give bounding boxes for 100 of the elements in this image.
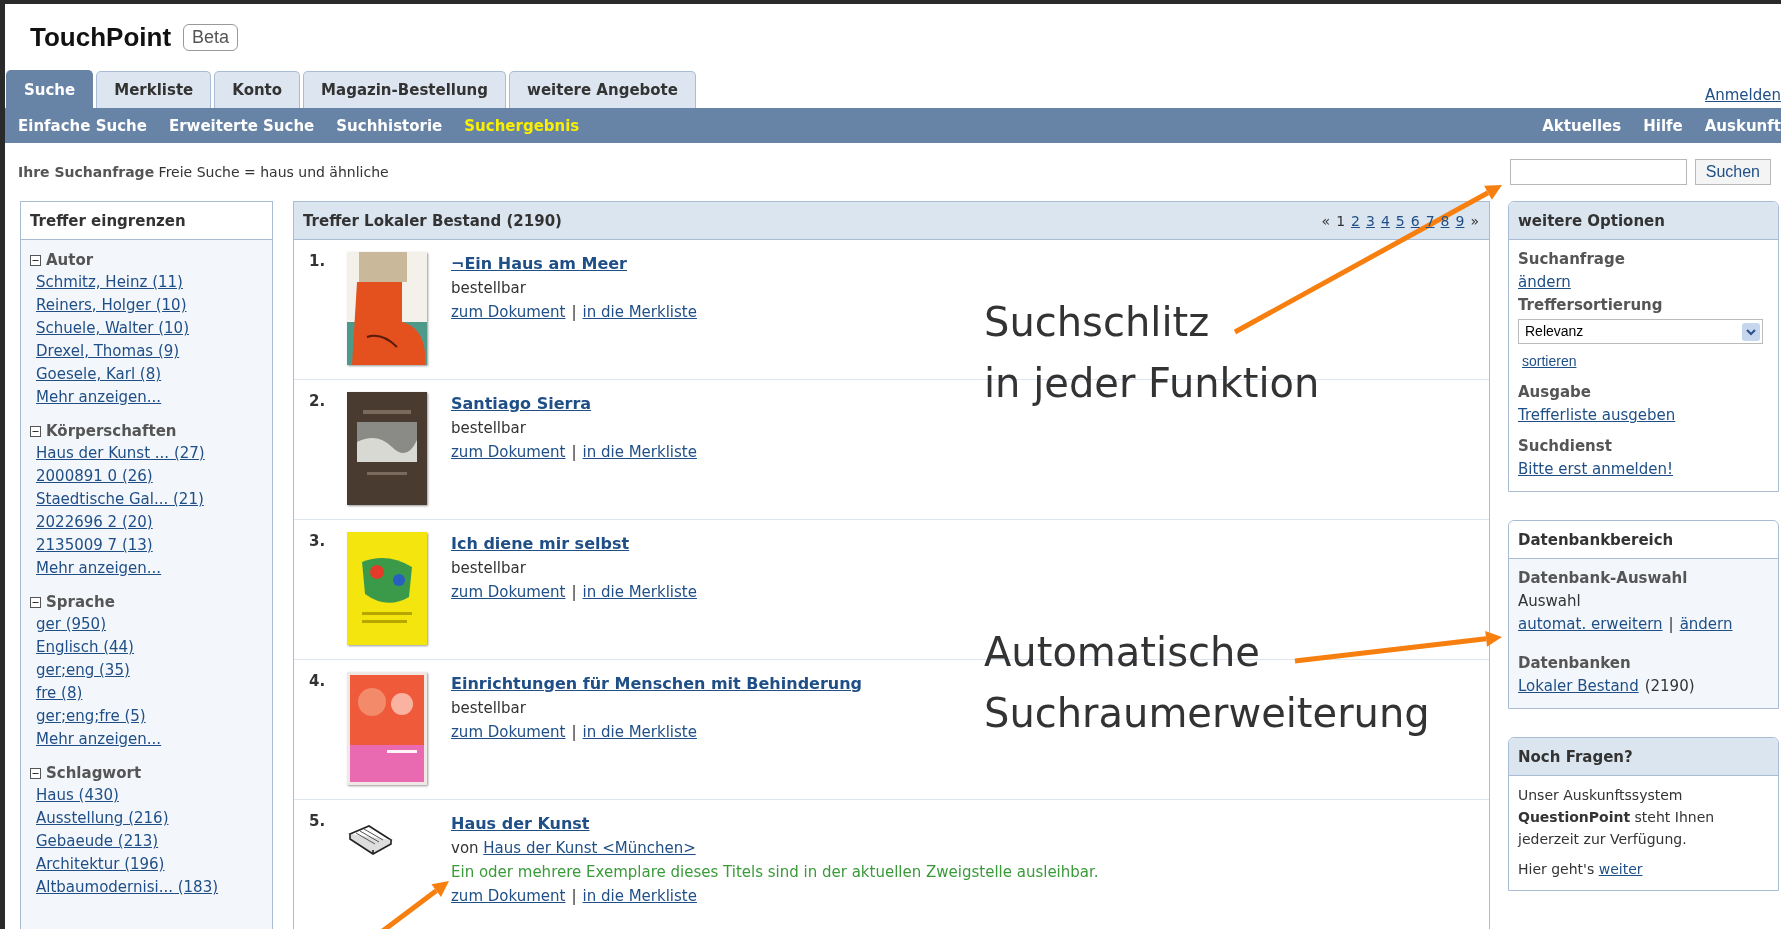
- facet-link[interactable]: Englisch (44): [36, 636, 134, 659]
- result-title-link[interactable]: ¬Ein Haus am Meer: [451, 252, 627, 276]
- collapse-icon[interactable]: [30, 254, 41, 266]
- facet-heading: Autor: [46, 250, 94, 271]
- document-link[interactable]: zum Dokument: [451, 884, 566, 908]
- watchlist-link[interactable]: in die Merkliste: [582, 580, 697, 604]
- facet-link[interactable]: 2000891 0 (26): [36, 465, 153, 488]
- option-link[interactable]: Trefferliste ausgeben: [1518, 404, 1676, 427]
- facet-link[interactable]: ger;eng;fre (5): [36, 705, 146, 728]
- facet-link[interactable]: Reiners, Holger (10): [36, 294, 187, 317]
- author-link[interactable]: Haus der Kunst <München>: [483, 839, 696, 857]
- service-link[interactable]: Auskunft: [1704, 116, 1781, 135]
- subnav-link[interactable]: Suchhistorie: [336, 116, 443, 135]
- watchlist-link[interactable]: in die Merkliste: [582, 300, 697, 324]
- page-link[interactable]: 2: [1351, 212, 1360, 229]
- link-separator: |: [1668, 614, 1674, 635]
- database-link[interactable]: Lokaler Bestand: [1518, 675, 1639, 698]
- option-link[interactable]: Bitte erst anmelden!: [1518, 458, 1674, 481]
- page-number[interactable]: 1: [1336, 212, 1346, 229]
- service-link[interactable]: Aktuelles: [1542, 116, 1622, 135]
- option-link[interactable]: ändern: [1518, 271, 1571, 294]
- dropdown-icon[interactable]: [1742, 322, 1760, 341]
- result-title-link[interactable]: Einrichtungen für Menschen mit Behinderung: [451, 672, 863, 696]
- annotation-text: Suchraumerweiterung: [984, 689, 1430, 738]
- continue-link[interactable]: weiter: [1598, 861, 1643, 877]
- option-label: Datenbank-Auswahl: [1518, 568, 1688, 589]
- more-link[interactable]: Mehr anzeigen...: [36, 557, 162, 580]
- panel-title: Treffer Lokaler Bestand (2190): [303, 211, 562, 230]
- facet-link[interactable]: Haus der Kunst ... (27): [36, 442, 205, 465]
- watchlist-link[interactable]: in die Merkliste: [582, 884, 697, 908]
- link-separator: |: [571, 582, 577, 603]
- facet-link[interactable]: fre (8): [36, 682, 83, 705]
- expand-link[interactable]: automat. erweitern: [1518, 613, 1663, 636]
- nav-tab[interactable]: Merkliste: [96, 71, 212, 108]
- collapse-icon[interactable]: [30, 425, 41, 437]
- help-link-text: Hier geht's weiter: [1518, 860, 1643, 879]
- page-link[interactable]: 5: [1395, 212, 1405, 229]
- page-link[interactable]: 9: [1455, 212, 1465, 229]
- option-label: Suchdienst: [1518, 436, 1612, 457]
- annotation-text: Suchschlitz: [984, 298, 1210, 347]
- facet-link[interactable]: Ausstellung (216): [36, 807, 169, 830]
- prev-page-link[interactable]: «: [1321, 212, 1331, 229]
- watchlist-link[interactable]: in die Merkliste: [582, 440, 697, 464]
- result-title-link[interactable]: Haus der Kunst: [451, 812, 590, 836]
- facet-link[interactable]: Architektur (196): [36, 853, 165, 876]
- option-label: Ausgabe: [1518, 382, 1591, 403]
- facet-link[interactable]: 2135009 7 (13): [36, 534, 153, 557]
- next-page-link[interactable]: »: [1470, 212, 1479, 229]
- page-link[interactable]: 6: [1410, 212, 1420, 229]
- availability-status: bestellbar: [451, 558, 526, 579]
- document-link[interactable]: zum Dokument: [451, 300, 566, 324]
- page-link[interactable]: 4: [1380, 212, 1390, 229]
- availability-status: bestellbar: [451, 698, 526, 719]
- facet-link[interactable]: ger (950): [36, 613, 107, 636]
- nav-tab[interactable]: Suche: [6, 70, 94, 108]
- search-button[interactable]: Suchen: [1694, 159, 1771, 185]
- facet-link[interactable]: Staedtische Gal... (21): [36, 488, 204, 511]
- nav-tab[interactable]: Magazin-Bestellung: [303, 71, 507, 108]
- result-title-link[interactable]: Ich diene mir selbst: [451, 532, 630, 556]
- result-title-link[interactable]: Santiago Sierra: [451, 392, 592, 416]
- service-link[interactable]: Hilfe: [1643, 116, 1683, 135]
- collapse-icon[interactable]: [30, 596, 41, 608]
- page-link[interactable]: 3: [1365, 212, 1375, 229]
- facet-link[interactable]: Drexel, Thomas (9): [36, 340, 180, 363]
- facet-link[interactable]: Altbaumodernisi... (183): [36, 876, 219, 899]
- panel-title: Treffer eingrenzen: [21, 202, 272, 240]
- facet-link[interactable]: Gebaeude (213): [36, 830, 159, 853]
- panel-title: Datenbankbereich: [1509, 521, 1778, 559]
- facet-link[interactable]: Haus (430): [36, 784, 119, 807]
- facet-link[interactable]: Goesele, Karl (8): [36, 363, 162, 386]
- sort-link[interactable]: sortieren: [1522, 350, 1577, 373]
- collapse-icon[interactable]: [30, 767, 41, 779]
- facet-heading: Sprache: [46, 592, 115, 613]
- more-link[interactable]: Mehr anzeigen...: [36, 386, 162, 409]
- document-link[interactable]: zum Dokument: [451, 440, 566, 464]
- facet-link[interactable]: 2022696 2 (20): [36, 511, 153, 534]
- sort-select[interactable]: Relevanz: [1518, 319, 1763, 344]
- nav-tab[interactable]: weitere Angebote: [509, 71, 696, 108]
- hit-count: (2190): [1644, 676, 1695, 697]
- facet-heading: Körperschaften: [46, 421, 177, 442]
- annotation-text: in jeder Funktion: [984, 359, 1320, 408]
- document-link[interactable]: zum Dokument: [451, 580, 566, 604]
- link-separator: |: [571, 302, 577, 323]
- availability-note: Ein oder mehrere Exemplare dieses Titels sind in der aktuellen Zweigstelle ausleihbar.: [451, 862, 1099, 883]
- search-field[interactable]: [1509, 159, 1687, 185]
- facet-link[interactable]: Schmitz, Heinz (11): [36, 271, 183, 294]
- subnav-link[interactable]: Erweiterte Suche: [168, 116, 315, 135]
- annotation-text: Automatische: [984, 628, 1260, 677]
- change-link[interactable]: ändern: [1679, 613, 1733, 636]
- document-link[interactable]: zum Dokument: [451, 720, 566, 744]
- nav-tab[interactable]: Konto: [214, 71, 301, 108]
- panel-title: Noch Fragen?: [1509, 738, 1778, 776]
- facet-link[interactable]: ger;eng (35): [36, 659, 130, 682]
- login-link[interactable]: Anmelden: [1704, 86, 1781, 104]
- result-number: 5.: [308, 812, 327, 832]
- subnav-link[interactable]: Einfache Suche: [18, 116, 147, 135]
- watchlist-link[interactable]: in die Merkliste: [582, 720, 697, 744]
- facet-link[interactable]: Schuele, Walter (10): [36, 317, 189, 340]
- more-link[interactable]: Mehr anzeigen...: [36, 728, 162, 751]
- selection-value: Auswahl: [1518, 591, 1581, 612]
